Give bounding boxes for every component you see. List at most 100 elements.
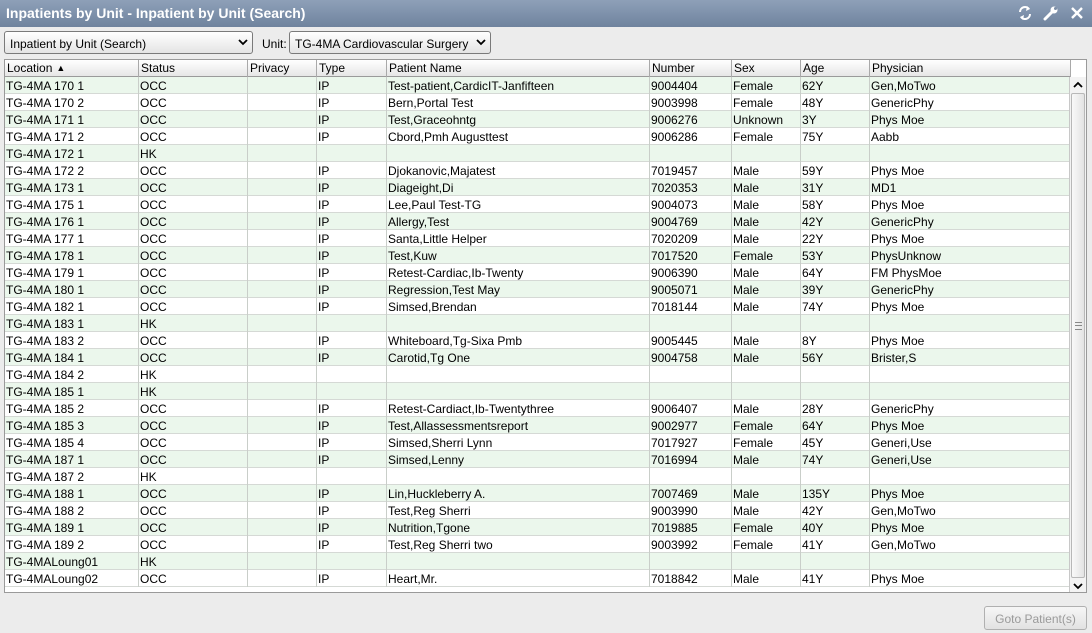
table-row[interactable]: TG-4MALoung01 HK — [5, 553, 1071, 570]
view-select-value: Inpatient by Unit (Search) — [10, 37, 147, 51]
scroll-down-icon[interactable] — [1070, 578, 1086, 592]
cell-location: TG-4MA 173 1 — [5, 179, 139, 196]
vertical-scrollbar[interactable] — [1069, 77, 1086, 592]
cell-number: 9003998 — [650, 94, 732, 111]
cell-age: 40Y — [801, 519, 870, 536]
cell-status: OCC — [139, 179, 248, 196]
cell-type: IP — [317, 332, 387, 349]
cell-type: IP — [317, 485, 387, 502]
cell-type: IP — [317, 94, 387, 111]
table-row[interactable]: TG-4MA 173 1 OCC IP Diageight,Di 7020353 Male… — [5, 179, 1071, 196]
table-row[interactable]: TG-4MA 188 2 OCC IP Test,Reg Sherri 9003990 M… — [5, 502, 1071, 519]
cell-physician: GenericPhy — [870, 94, 1071, 111]
cell-privacy — [248, 519, 317, 536]
table-row[interactable]: TG-4MA 183 1 HK — [5, 315, 1071, 332]
table-row[interactable]: TG-4MA 172 1 HK — [5, 145, 1071, 162]
scrollbar-thumb[interactable] — [1071, 93, 1085, 578]
cell-type: IP — [317, 400, 387, 417]
table-row[interactable]: TG-4MA 185 3 OCC IP Test,Allassessmentsrepo… — [5, 417, 1071, 434]
cell-patient-name: Lee,Paul Test-TG — [387, 196, 650, 213]
column-header-label: Location — [7, 61, 53, 75]
cell-number: 9004769 — [650, 213, 732, 230]
table-row[interactable]: TG-4MA 187 2 HK — [5, 468, 1071, 485]
cell-age: 59Y — [801, 162, 870, 179]
table-row[interactable]: TG-4MA 172 2 OCC IP Djokanovic,Majatest 7019… — [5, 162, 1071, 179]
wrench-icon[interactable] — [1042, 4, 1060, 22]
cell-number: 9003990 — [650, 502, 732, 519]
column-header-number[interactable]: Number — [650, 60, 732, 77]
cell-status: HK — [139, 383, 248, 400]
cell-number: 7018842 — [650, 570, 732, 587]
cell-age: 75Y — [801, 128, 870, 145]
table-row[interactable]: TG-4MA 170 1 OCC IP Test-patient,CardicIT-J… — [5, 77, 1071, 94]
column-header-age[interactable]: Age — [801, 60, 870, 77]
cell-age: 62Y — [801, 77, 870, 94]
table-row[interactable]: TG-4MA 185 2 OCC IP Retest-Cardiact,Ib-Twen… — [5, 400, 1071, 417]
close-icon[interactable] — [1068, 4, 1086, 22]
cell-privacy — [248, 196, 317, 213]
cell-physician — [870, 553, 1071, 570]
cell-status: OCC — [139, 332, 248, 349]
cell-type: IP — [317, 264, 387, 281]
cell-status: OCC — [139, 451, 248, 468]
cell-sex — [732, 366, 801, 383]
table-row[interactable]: TG-4MA 179 1 OCC IP Retest-Cardiac,Ib-Twent… — [5, 264, 1071, 281]
cell-number: 7020353 — [650, 179, 732, 196]
table-row[interactable]: TG-4MA 188 1 OCC IP Lin,Huckleberry A. 70074… — [5, 485, 1071, 502]
table-row[interactable]: TG-4MA 183 2 OCC IP Whiteboard,Tg-Sixa Pmb 9… — [5, 332, 1071, 349]
goto-patients-button[interactable]: Goto Patient(s) — [984, 606, 1087, 630]
cell-status: OCC — [139, 400, 248, 417]
table-row[interactable]: TG-4MA 180 1 OCC IP Regression,Test May 9005… — [5, 281, 1071, 298]
table-body: TG-4MA 170 1 OCC IP Test-patient,CardicIT-J… — [5, 77, 1071, 592]
scroll-up-icon[interactable] — [1070, 77, 1086, 93]
table-row[interactable]: TG-4MA 170 2 OCC IP Bern,Portal Test 9003998… — [5, 94, 1071, 111]
table-row[interactable]: TG-4MA 187 1 OCC IP Simsed,Lenny 7016994 Male… — [5, 451, 1071, 468]
cell-status: OCC — [139, 230, 248, 247]
table-row[interactable]: TG-4MALoung02 OCC IP Heart,Mr. 7018842 Male 41… — [5, 570, 1071, 587]
cell-type: IP — [317, 128, 387, 145]
cell-number: 7007469 — [650, 485, 732, 502]
cell-location: TG-4MA 185 2 — [5, 400, 139, 417]
cell-sex — [732, 468, 801, 485]
table-row[interactable]: TG-4MA 189 1 OCC IP Nutrition,Tgone 7019885 F… — [5, 519, 1071, 536]
cell-privacy — [248, 332, 317, 349]
table-row[interactable]: TG-4MA 171 2 OCC IP Cbord,Pmh Augusttest 900… — [5, 128, 1071, 145]
column-header-label: Physician — [872, 61, 924, 75]
cell-number: 9004404 — [650, 77, 732, 94]
column-header-status[interactable]: Status — [139, 60, 248, 77]
unit-select[interactable]: TG-4MA Cardiovascular Surgery — [289, 31, 491, 54]
table-row[interactable]: TG-4MA 189 2 OCC IP Test,Reg Sherri two 9003… — [5, 536, 1071, 553]
refresh-icon[interactable] — [1016, 4, 1034, 22]
table-row[interactable]: TG-4MA 175 1 OCC IP Lee,Paul Test-TG 9004073… — [5, 196, 1071, 213]
cell-type: IP — [317, 281, 387, 298]
table-row[interactable]: TG-4MA 176 1 OCC IP Allergy,Test 9004769 Male… — [5, 213, 1071, 230]
table-row[interactable]: TG-4MA 184 1 OCC IP Carotid,Tg One 9004758 Ma… — [5, 349, 1071, 366]
cell-sex: Unknown — [732, 111, 801, 128]
cell-physician: Aabb — [870, 128, 1071, 145]
table-row[interactable]: TG-4MA 185 1 HK — [5, 383, 1071, 400]
column-header-privacy[interactable]: Privacy — [248, 60, 317, 77]
cell-location: TG-4MA 182 1 — [5, 298, 139, 315]
column-header-label: Age — [803, 61, 825, 75]
table-row[interactable]: TG-4MA 177 1 OCC IP Santa,Little Helper 7020… — [5, 230, 1071, 247]
table-row[interactable]: TG-4MA 178 1 OCC IP Test,Kuw 7017520 Female 53… — [5, 247, 1071, 264]
column-header-location[interactable]: Location ▲ — [5, 60, 139, 77]
column-header-sex[interactable]: Sex — [732, 60, 801, 77]
table-row[interactable]: TG-4MA 171 1 OCC IP Test,Graceohntg 9006276 U… — [5, 111, 1071, 128]
table-row[interactable]: TG-4MA 182 1 OCC IP Simsed,Brendan 7018144 Ma… — [5, 298, 1071, 315]
view-select[interactable]: Inpatient by Unit (Search) — [4, 31, 253, 54]
table-row[interactable]: TG-4MA 185 4 OCC IP Simsed,Sherri Lynn 70179… — [5, 434, 1071, 451]
cell-status: OCC — [139, 349, 248, 366]
cell-privacy — [248, 77, 317, 94]
cell-number: 7018144 — [650, 298, 732, 315]
column-header-patient-name[interactable]: Patient Name — [387, 60, 650, 77]
cell-number: 7019457 — [650, 162, 732, 179]
table-row[interactable]: TG-4MA 184 2 HK — [5, 366, 1071, 383]
cell-number: 9006390 — [650, 264, 732, 281]
grip-icon — [1075, 322, 1082, 330]
column-header-physician[interactable]: Physician — [870, 60, 1071, 77]
cell-age: 31Y — [801, 179, 870, 196]
cell-age — [801, 468, 870, 485]
cell-privacy — [248, 434, 317, 451]
column-header-type[interactable]: Type — [317, 60, 387, 77]
